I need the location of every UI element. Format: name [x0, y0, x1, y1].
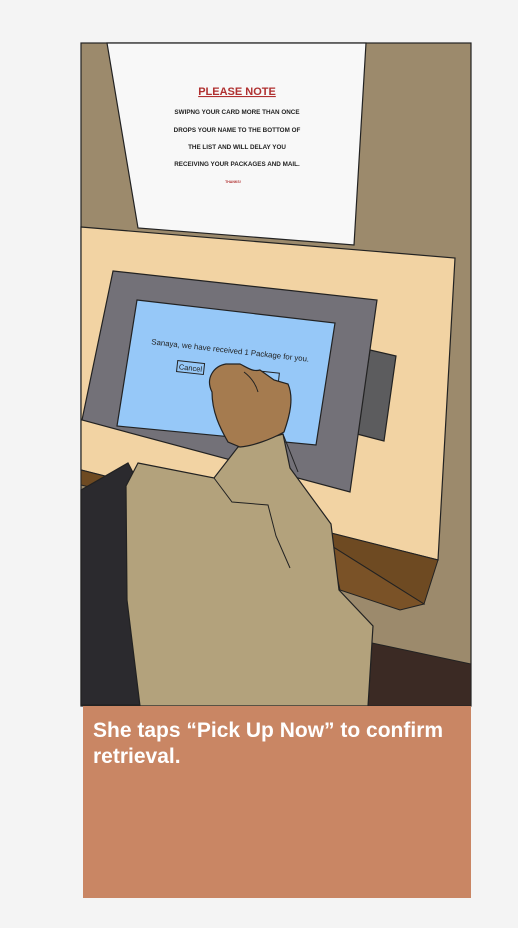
- sign-footer: THANKS!: [225, 180, 241, 184]
- sign-title: PLEASE NOTE: [198, 86, 276, 98]
- caption-box: She taps “Pick Up Now” to confirm retrie…: [83, 706, 471, 898]
- sign-line-3: THE LIST AND WILL DELAY YOU: [188, 144, 286, 151]
- caption-text: She taps “Pick Up Now” to confirm retrie…: [93, 719, 444, 768]
- sign-line-4: RECEIVING YOUR PACKAGES AND MAIL.: [174, 161, 300, 168]
- comic-panel: PLEASE NOTE SWIPNG YOUR CARD MORE THAN O…: [0, 0, 518, 928]
- sign-line-2: DROPS YOUR NAME TO THE BOTTOM OF: [174, 127, 301, 134]
- cancel-button[interactable]: Cancel: [175, 360, 206, 376]
- sign-line-1: SWIPNG YOUR CARD MORE THAN ONCE: [174, 109, 299, 116]
